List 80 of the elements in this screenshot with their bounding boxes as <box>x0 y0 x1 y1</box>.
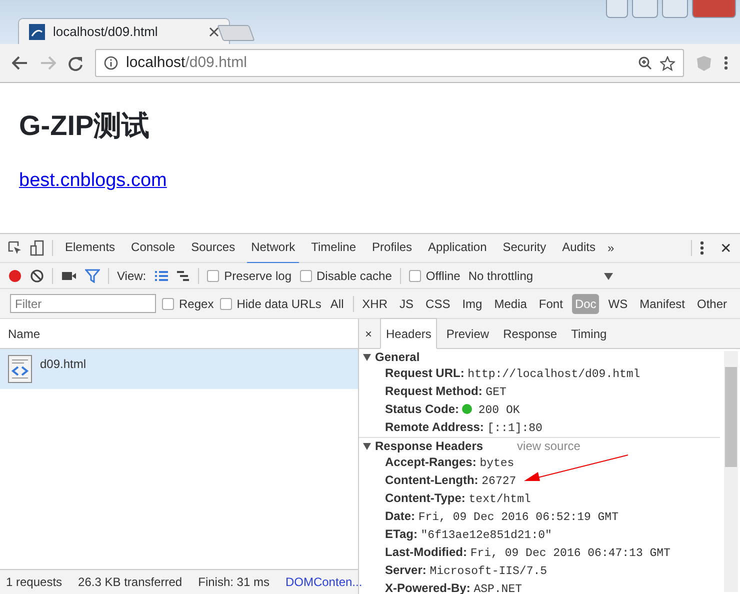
header-row-text: Last-Modified: Fri, 09 Dec 2016 06:47:13 GMT <box>384 544 672 562</box>
list-view-icon[interactable] <box>154 270 168 282</box>
close-button[interactable]: × <box>365 324 372 342</box>
panel-tab[interactable]: Elements <box>61 232 120 264</box>
section-title[interactable]: Response Headers <box>375 438 484 454</box>
back-icon[interactable] <box>12 56 28 70</box>
header-row-text: Remote Address: [::1]:80 <box>384 419 544 437</box>
menu-icon[interactable] <box>700 241 704 255</box>
header-row-text: Accept-Ranges: bytes <box>384 454 516 472</box>
panel-tab[interactable]: Console <box>127 232 180 264</box>
browser-tab[interactable]: localhost/d09.html <box>18 18 230 44</box>
type-filter[interactable]: WS <box>605 294 631 314</box>
view-source-link[interactable]: view source <box>517 438 580 454</box>
type-filter[interactable]: All <box>327 294 347 314</box>
panel-tab[interactable]: Application <box>424 232 491 264</box>
more-tabs-button[interactable]: » <box>607 239 614 257</box>
star-icon[interactable] <box>660 56 675 70</box>
disclosure-triangle-icon[interactable] <box>363 442 371 450</box>
status-text: Finish: 31 ms <box>198 574 270 591</box>
type-filter[interactable]: Font <box>536 294 566 314</box>
tab-title: localhost/d09.html <box>53 22 159 41</box>
type-filter[interactable]: JS <box>396 294 417 314</box>
info-icon <box>104 56 118 70</box>
checkbox-option[interactable]: Disable cache <box>300 266 392 284</box>
status-text: 1 requests <box>6 574 62 591</box>
filter-icon[interactable] <box>85 268 100 282</box>
header-row-text: ETag: "6f13ae12e851d21:0" <box>384 526 553 544</box>
header-row-text: Status Code: 200 OK <box>384 401 521 419</box>
section-title[interactable]: General <box>375 349 420 365</box>
type-filter[interactable]: Media <box>491 294 530 314</box>
detail-tab[interactable]: Response <box>498 319 562 348</box>
panel-tab[interactable]: Security <box>498 232 550 264</box>
type-filter[interactable]: Other <box>694 294 730 314</box>
disclosure-triangle-icon[interactable] <box>363 353 371 361</box>
filter-input[interactable]: Filter <box>10 294 156 313</box>
type-filter[interactable]: XHR <box>359 294 391 314</box>
detail-tab[interactable]: Headers <box>380 318 438 349</box>
checkbox-option[interactable]: Offline <box>408 266 460 284</box>
clear-icon[interactable] <box>30 268 44 282</box>
throttling-dropdown[interactable]: No throttling <box>468 266 614 284</box>
checkbox-option[interactable]: Regex <box>162 294 214 312</box>
header-row-text: Request URL: http://localhost/d09.html <box>384 365 642 383</box>
header-row-text: Date: Fri, 09 Dec 2016 06:52:19 GMT <box>384 508 620 526</box>
close-icon[interactable] <box>209 26 219 36</box>
checkbox-option[interactable]: Preserve log <box>207 266 292 284</box>
page-heading: G-ZIP测试 <box>19 109 151 143</box>
header-row: Content-Length: 26727 <box>359 472 720 490</box>
type-filter[interactable]: Manifest <box>636 294 688 314</box>
close-button[interactable]: ✕ <box>720 238 732 258</box>
panel-tab[interactable]: Audits <box>558 232 600 264</box>
type-filter[interactable]: Img <box>459 294 486 314</box>
waterfall-view-icon[interactable] <box>176 270 190 282</box>
inspect-icon[interactable] <box>8 241 22 255</box>
url-text: localhost/d09.html <box>126 52 248 73</box>
panel-tab[interactable]: Sources <box>187 232 240 264</box>
page-link[interactable]: best.cnblogs.com <box>19 170 167 191</box>
device-icon[interactable] <box>30 240 44 256</box>
address-bar[interactable]: localhost/d09.html <box>95 49 684 77</box>
detail-tab[interactable]: Timing <box>566 319 612 348</box>
dropdown-arrow-icon[interactable] <box>604 272 614 280</box>
view-label: View: <box>117 268 146 284</box>
status-link[interactable]: DOMConten... <box>285 573 362 591</box>
reload-icon[interactable] <box>68 56 83 70</box>
header-row-text: Request Method: GET <box>384 383 508 401</box>
request-row[interactable]: d09.html <box>0 349 358 389</box>
checkbox-option[interactable]: Hide data URLs <box>220 294 322 312</box>
type-filter[interactable]: CSS <box>422 294 454 314</box>
detail-tab[interactable]: Preview <box>441 319 494 348</box>
panel-tab[interactable]: Profiles <box>368 232 416 264</box>
page-favicon <box>29 24 45 40</box>
camera-icon[interactable] <box>61 270 77 282</box>
header-row-text: Content-Type: text/html <box>384 490 532 508</box>
scrollbar[interactable] <box>724 351 738 592</box>
panel-tab[interactable]: Timeline <box>307 232 360 264</box>
zoom-icon[interactable] <box>638 56 652 70</box>
record-icon[interactable] <box>8 268 22 282</box>
html-file-icon <box>8 355 32 383</box>
status-text: 26.3 KB transferred <box>78 574 182 591</box>
header-row-text: Server: Microsoft-IIS/7.5 <box>384 562 548 580</box>
menu-icon[interactable] <box>724 56 728 70</box>
